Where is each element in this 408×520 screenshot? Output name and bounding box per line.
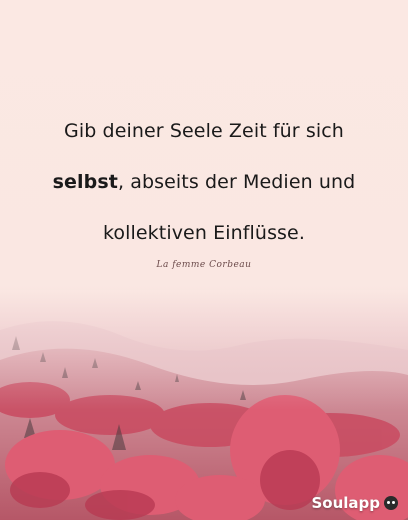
quote-text: Gib deiner Seele Zeit für sich selbst, a… <box>0 106 408 259</box>
misty-red-forest-image <box>0 290 408 520</box>
author-signature: La femme Corbeau <box>156 260 252 270</box>
quote-card: Gib deiner Seele Zeit für sich selbst, a… <box>0 0 408 520</box>
quote-emphasis: selbst <box>52 171 118 193</box>
brand-name: Soulapp <box>311 494 380 512</box>
soulapp-logo-icon <box>384 496 398 510</box>
soulapp-watermark: Soulapp <box>311 494 398 512</box>
quote-line-1: Gib deiner Seele Zeit für sich <box>64 120 344 142</box>
quote-line-2: selbst, abseits der Medien und <box>0 157 408 208</box>
quote-line-2-rest: , abseits der Medien und <box>117 171 356 193</box>
quote-line-3: kollektiven Einflüsse. <box>102 222 305 244</box>
